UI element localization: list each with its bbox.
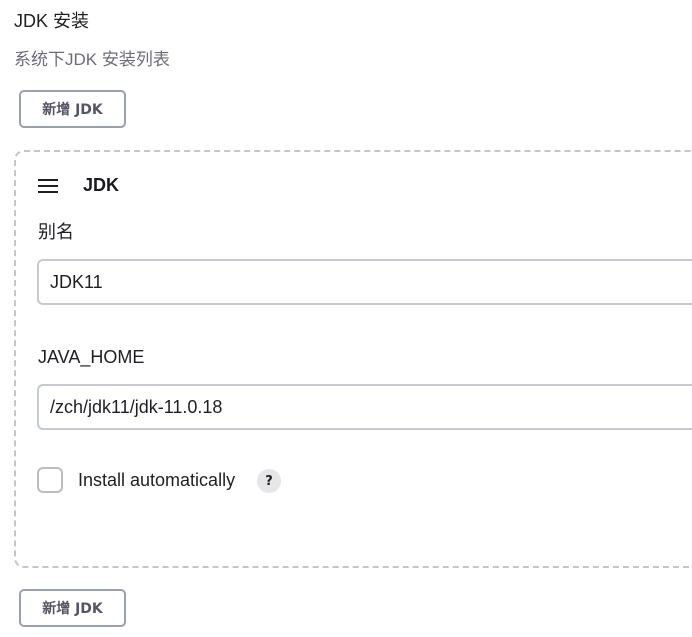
jdk-entry-title: JDK <box>83 175 120 195</box>
java-home-label: JAVA_HOME <box>38 347 145 367</box>
jdk-entry-card: JDK 别名 JAVA_HOME Install automatically ? <box>14 150 692 568</box>
install-automatically-label[interactable]: Install automatically <box>78 468 235 492</box>
section-title: JDK 安装 <box>14 11 90 31</box>
add-jdk-button-top[interactable]: 新增 JDK <box>19 90 126 128</box>
alias-label: 别名 <box>38 222 74 242</box>
alias-input[interactable] <box>37 259 692 305</box>
help-icon[interactable]: ? <box>257 469 281 493</box>
install-automatically-checkbox[interactable] <box>37 467 63 493</box>
java-home-input[interactable] <box>37 384 692 430</box>
add-jdk-button-bottom[interactable]: 新增 JDK <box>19 589 126 627</box>
section-description: 系统下JDK 安装列表 <box>14 50 170 69</box>
drag-handle-icon[interactable] <box>38 179 60 193</box>
